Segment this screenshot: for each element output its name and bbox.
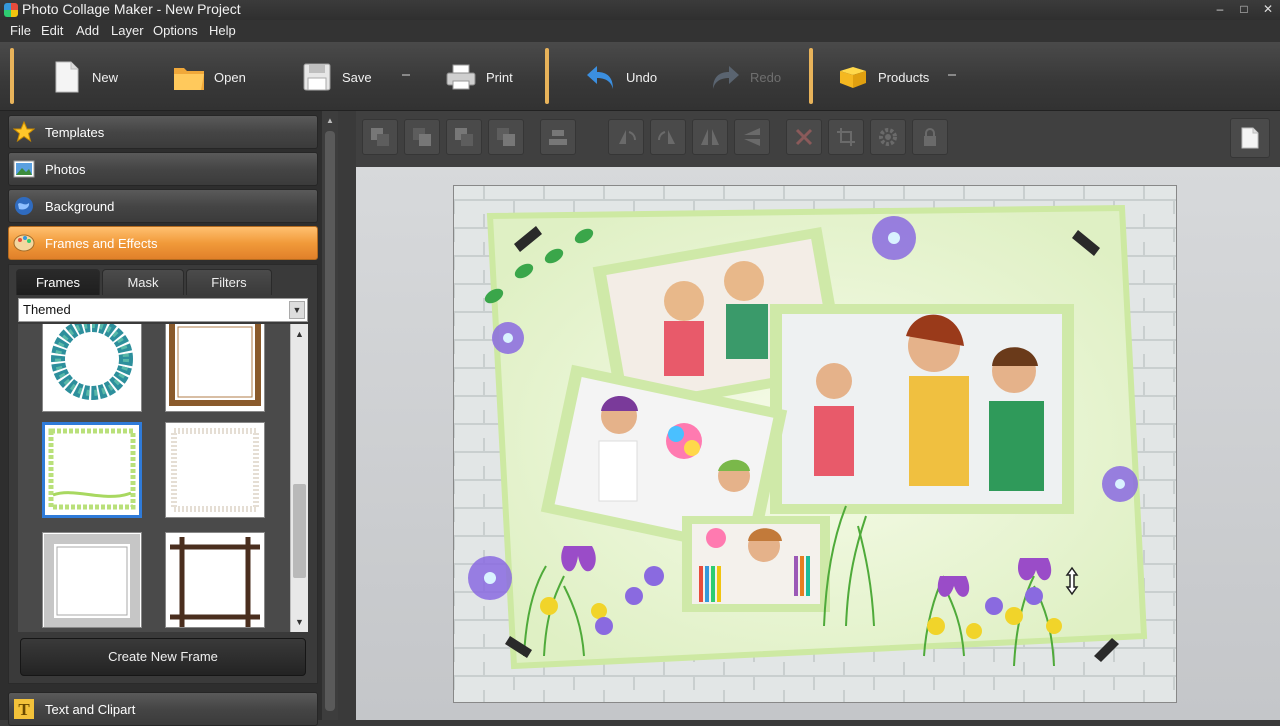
- print-label: Print: [486, 69, 513, 85]
- canvas-toolbar: [356, 111, 1280, 168]
- frame-gallery-scrollbar[interactable]: ▲ ▼: [290, 324, 308, 632]
- send-to-back-icon[interactable]: [488, 119, 524, 155]
- open-button[interactable]: Open: [172, 48, 246, 106]
- frame-thumbnail-white-grunge[interactable]: [165, 422, 265, 518]
- left-panel-scroll-thumb[interactable]: [325, 131, 335, 711]
- redo-arrow-icon: [708, 57, 742, 97]
- menu-file[interactable]: File: [10, 20, 31, 42]
- redo-button[interactable]: Redo: [708, 48, 781, 106]
- window-title: Photo Collage Maker - New Project: [22, 1, 241, 17]
- delete-icon[interactable]: [786, 119, 822, 155]
- page-icon[interactable]: [1230, 118, 1270, 158]
- photos-icon: [13, 158, 35, 180]
- section-templates-label: Templates: [45, 124, 105, 140]
- save-label: Save: [342, 69, 372, 85]
- undo-arrow-icon: [584, 57, 618, 97]
- svg-text:T: T: [18, 700, 30, 719]
- menu-help[interactable]: Help: [209, 20, 236, 42]
- toolbar-separator: [10, 48, 14, 104]
- lock-icon[interactable]: [912, 119, 948, 155]
- section-templates[interactable]: Templates: [8, 115, 318, 149]
- products-label: Products: [878, 69, 930, 85]
- flip-vertical-icon[interactable]: [734, 119, 770, 155]
- section-background-label: Background: [45, 198, 115, 214]
- section-photos[interactable]: Photos: [8, 152, 318, 186]
- redo-label: Redo: [750, 69, 782, 85]
- section-frames-and-effects-label: Frames and Effects: [45, 235, 158, 251]
- app-logo-icon: [4, 3, 18, 17]
- products-dropdown-indicator[interactable]: [948, 74, 956, 76]
- align-icon[interactable]: [540, 119, 576, 155]
- frame-gallery: [18, 324, 290, 632]
- send-backward-icon[interactable]: [446, 119, 482, 155]
- tab-filters[interactable]: Filters: [186, 269, 272, 295]
- frame-thumbnail-stick[interactable]: [165, 532, 265, 628]
- frame-category-value: Themed: [23, 302, 71, 317]
- section-text-and-clipart[interactable]: T Text and Clipart: [8, 692, 318, 726]
- section-frames-and-effects[interactable]: Frames and Effects: [8, 226, 318, 260]
- frame-category-select[interactable]: Themed ▼: [18, 298, 308, 322]
- printer-icon: [444, 57, 478, 97]
- scroll-up-icon[interactable]: ▲: [322, 113, 338, 129]
- undo-button[interactable]: Undo: [584, 48, 657, 106]
- new-label: New: [92, 69, 119, 85]
- section-text-and-clipart-label: Text and Clipart: [45, 701, 136, 717]
- scroll-down-icon[interactable]: ▼: [291, 614, 308, 630]
- bring-to-front-icon[interactable]: [362, 119, 398, 155]
- background-icon: [13, 195, 35, 217]
- print-button[interactable]: Print: [444, 48, 513, 106]
- frame-thumbnail-wood[interactable]: [165, 324, 265, 412]
- photo-mother-and-kids: [770, 304, 1074, 514]
- bring-forward-icon[interactable]: [404, 119, 440, 155]
- tab-frames[interactable]: Frames: [16, 269, 100, 295]
- main-toolbar: New Open Save Print Undo Redo Products: [0, 42, 1280, 111]
- toolbar-separator: [809, 48, 813, 104]
- new-document-icon: [50, 57, 84, 97]
- section-photos-label: Photos: [45, 161, 86, 177]
- save-dropdown-indicator[interactable]: [402, 74, 410, 76]
- open-label: Open: [214, 69, 246, 85]
- palette-icon: [13, 232, 35, 254]
- tab-mask[interactable]: Mask: [102, 269, 184, 295]
- create-new-frame-button[interactable]: Create New Frame: [20, 638, 306, 676]
- title-bar: Photo Collage Maker - New Project – □ ✕: [0, 0, 1280, 20]
- left-panel-scrollbar[interactable]: ▲: [322, 111, 338, 720]
- section-background[interactable]: Background: [8, 189, 318, 223]
- rotate-right-icon[interactable]: [650, 119, 686, 155]
- flip-horizontal-icon[interactable]: [692, 119, 728, 155]
- menu-add[interactable]: Add: [76, 20, 99, 42]
- frame-thumbnail-bead-ring[interactable]: [42, 324, 142, 412]
- toolbar-separator: [545, 48, 549, 104]
- frame-thumbnail-silver[interactable]: [42, 532, 142, 628]
- frame-gallery-scroll-thumb[interactable]: [293, 484, 306, 578]
- undo-label: Undo: [626, 69, 658, 85]
- products-button[interactable]: Products: [836, 48, 929, 106]
- settings-icon[interactable]: [870, 119, 906, 155]
- scroll-up-icon[interactable]: ▲: [291, 326, 308, 342]
- text-t-icon: T: [13, 698, 35, 720]
- floppy-disk-icon: [300, 57, 334, 97]
- new-button[interactable]: New: [50, 48, 118, 106]
- frame-thumbnail-green-stamp[interactable]: [42, 422, 142, 518]
- gift-box-icon: [836, 57, 870, 97]
- close-button[interactable]: ✕: [1254, 0, 1280, 20]
- menu-bar: File Edit Add Layer Options Help: [0, 20, 1280, 42]
- photo-girl-with-pencils: [682, 516, 830, 612]
- menu-options[interactable]: Options: [153, 20, 198, 42]
- folder-icon: [172, 57, 206, 97]
- save-button[interactable]: Save: [300, 48, 372, 106]
- menu-edit[interactable]: Edit: [41, 20, 63, 42]
- crop-icon[interactable]: [828, 119, 864, 155]
- star-icon: [13, 121, 35, 143]
- chevron-down-icon[interactable]: ▼: [289, 301, 305, 319]
- rotate-left-icon[interactable]: [608, 119, 644, 155]
- collage-artwork: [454, 186, 1176, 702]
- menu-layer[interactable]: Layer: [111, 20, 144, 42]
- collage-canvas[interactable]: [453, 185, 1177, 703]
